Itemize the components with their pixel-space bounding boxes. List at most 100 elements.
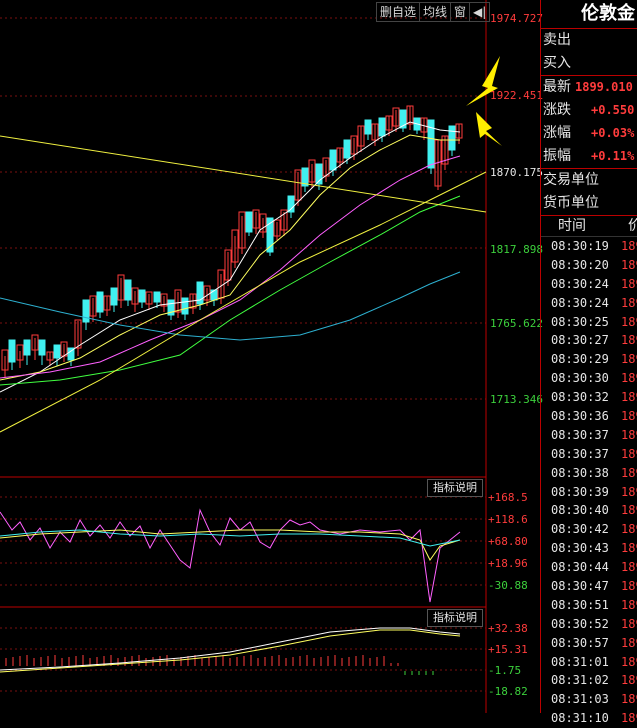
down-arrow-icon <box>476 112 502 146</box>
tick-price: 1899 <box>621 239 637 253</box>
tick-price: 1899 <box>621 654 637 669</box>
tick-time: 08:30:36 <box>551 409 609 424</box>
tick-price: 1899 <box>621 597 637 612</box>
tick-price: 1899 <box>621 409 637 424</box>
candle-body <box>110 287 118 306</box>
price-axis-label: 1817.898 <box>490 243 543 256</box>
tick-price: 1899 <box>621 692 637 707</box>
quote-panel: 伦敦金 卖出 买入 最新 1899.010 涨跌 +0.550 涨幅 +0.03% 振… <box>540 0 637 725</box>
candle-body <box>329 149 337 171</box>
ticks-header: 时间 价 <box>541 216 637 237</box>
moving-average-button[interactable]: 均线 <box>420 3 452 21</box>
price-axis-label: 1974.727 <box>490 12 543 25</box>
tick-time: 08:30:38 <box>551 465 609 480</box>
candle-body <box>8 339 16 363</box>
time-header: 时间 <box>558 218 586 234</box>
tick-time: 08:30:57 <box>551 635 609 650</box>
tick-time: 08:31:03 <box>551 692 609 707</box>
tick-row: 08:30:24 1899 <box>541 294 637 313</box>
tick-time: 08:30:19 <box>551 239 609 253</box>
tick-price: 1899 <box>621 616 637 631</box>
indicator-tick: +15.31 <box>488 643 528 656</box>
tick-row: 08:30:39 1899 <box>541 483 637 502</box>
tick-time: 08:30:42 <box>551 522 609 537</box>
tick-price: 1899 <box>621 446 637 461</box>
tick-row: 08:30:40 1899 <box>541 501 637 520</box>
trend-line <box>0 171 487 433</box>
window-button[interactable]: 窗 <box>451 3 471 21</box>
price-axis-label: 1765.622 <box>490 317 543 330</box>
tick-time: 08:30:25 <box>551 314 609 329</box>
collapse-panel-icon[interactable]: ◀| <box>470 3 489 21</box>
tick-price: 1899 <box>621 503 637 518</box>
tick-row: 08:30:36 1899 <box>541 407 637 426</box>
buy-row: 买入 <box>541 52 637 76</box>
tick-price: 1899 <box>621 635 637 650</box>
price-axis-label: 1870.175 <box>490 166 543 179</box>
tick-row: 08:30:44 1899 <box>541 558 637 577</box>
indicator-tick: +168.5 <box>488 491 528 504</box>
tick-price: 1899 <box>621 276 637 291</box>
currency-label: 货币单位 <box>543 195 599 211</box>
tick-time: 08:30:51 <box>551 597 609 612</box>
last-price-row: 最新 1899.010 <box>541 76 637 99</box>
indicator-tick: -18.82 <box>488 685 528 698</box>
candle-body <box>23 339 31 356</box>
candle-body <box>82 299 90 323</box>
tick-row: 08:30:42 1899 <box>541 520 637 539</box>
tick-time: 08:30:37 <box>551 427 609 442</box>
tick-row: 08:30:37 1899 <box>541 426 637 445</box>
amp-value: +0.11% <box>591 149 635 163</box>
tick-time: 08:30:24 <box>551 295 609 310</box>
candle-body <box>96 291 104 313</box>
tick-time: 08:30:43 <box>551 541 609 556</box>
tick-price: 1899 <box>621 560 637 575</box>
candle-body <box>181 297 189 315</box>
change-row: 涨跌 +0.550 <box>541 99 637 122</box>
tick-price: 1899 <box>621 390 637 405</box>
tick-row: 08:30:29 1899 <box>541 350 637 369</box>
tick-row: 08:30:38 1899 <box>541 464 637 483</box>
instrument-title: 伦敦金 <box>541 0 637 29</box>
price-axis-label: 1922.451 <box>490 89 543 102</box>
candle-body <box>138 289 146 303</box>
tick-price: 1899 <box>621 673 637 688</box>
tick-time: 08:31:10 <box>551 711 609 726</box>
amplitude-row: 振幅 +0.11% <box>541 145 637 169</box>
change-value: +0.550 <box>591 103 635 117</box>
tick-price: 1899 <box>621 522 637 537</box>
tick-time: 08:30:32 <box>551 390 609 405</box>
chart-area[interactable]: 删自选 均线 窗 ◀| 1974.727 1922.451 1870.175 1… <box>0 0 543 713</box>
tick-price: 1899 <box>621 541 637 556</box>
pct-label: 涨幅 <box>543 125 571 141</box>
tick-time: 08:30:52 <box>551 616 609 631</box>
tick-row: 08:30:27 1899 <box>541 331 637 350</box>
tick-price: 1899 <box>621 484 637 499</box>
indicator-tick: +18.96 <box>488 557 528 570</box>
tick-price: 1899 <box>621 295 637 310</box>
candle-body <box>38 339 46 356</box>
tick-row: 08:30:30 1899 <box>541 369 637 388</box>
indicator-tick: +68.80 <box>488 535 528 548</box>
tick-row: 08:30:51 1899 <box>541 596 637 615</box>
tick-row: 08:31:02 1899 <box>541 671 637 690</box>
delete-favorite-button[interactable]: 删自选 <box>377 3 421 21</box>
candle-body <box>153 291 161 303</box>
indicator-help-button[interactable]: 指标说明 <box>427 609 483 627</box>
indicator-tick: +118.6 <box>488 513 528 526</box>
tick-list[interactable]: 08:30:19189908:30:20189908:30:24189908:3… <box>541 237 637 728</box>
currency-row: 货币单位 <box>541 192 637 216</box>
oscillator-signal <box>0 529 461 561</box>
tick-price: 1899 <box>621 711 637 726</box>
trade-unit-label: 交易单位 <box>543 172 599 188</box>
ma60-line <box>0 271 461 341</box>
tick-time: 08:31:02 <box>551 673 609 688</box>
indicator-help-button[interactable]: 指标说明 <box>427 479 483 497</box>
candle-body <box>448 125 456 151</box>
change-label: 涨跌 <box>543 102 571 118</box>
tick-price: 1899 <box>621 427 637 442</box>
candlestick-chart[interactable] <box>0 0 540 713</box>
indicator-tick: +32.38 <box>488 622 528 635</box>
price-axis-label: 1713.346 <box>490 393 543 406</box>
last-label: 最新 <box>543 79 571 95</box>
